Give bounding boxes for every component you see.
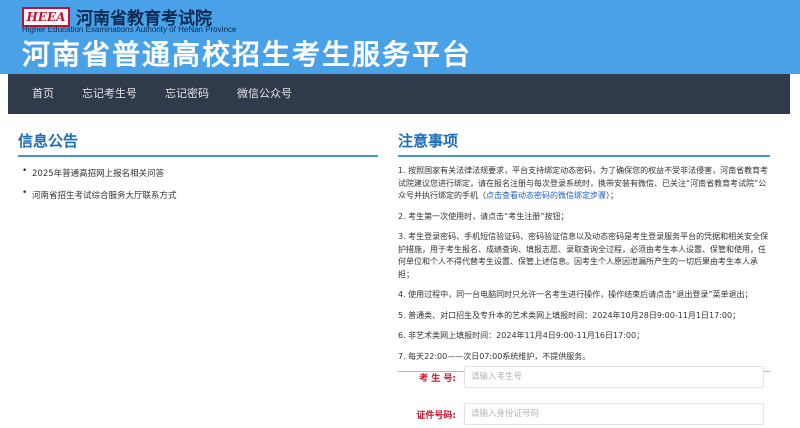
announcements-title: 信息公告 xyxy=(18,130,378,157)
site-header: HEEA 河南省教育考试院 Higher Education Examinati… xyxy=(0,0,800,74)
note-item: 3. 考生登录密码、手机短信验证码、密码验证信息以及动态密码是考生登录服务平台的… xyxy=(398,232,769,279)
note-item: 2. 考生第一次使用时，请点击“考生注册”按钮； xyxy=(398,211,569,221)
announcement-item[interactable]: 2025年普通高招网上报名相关问答 xyxy=(18,166,378,179)
heea-logo: HEEA xyxy=(22,6,70,27)
announcement-list: 2025年普通高招网上报名相关问答 河南省招生考试综合服务大厅联系方式 xyxy=(18,166,378,201)
id-number-label: 证件号码: xyxy=(416,410,456,421)
notes-title: 注意事项 xyxy=(398,130,770,157)
id-number-row: 证件号码: xyxy=(398,403,764,425)
announcements-panel: 信息公告 2025年普通高招网上报名相关问答 河南省招生考试综合服务大厅联系方式 xyxy=(18,130,378,211)
id-number-input[interactable] xyxy=(464,403,764,425)
note-item: 1. 按照国家有关法律法规要求，平台支持绑定动态密码，为了确保您的权益不受非法侵… xyxy=(398,166,769,200)
nav-forgot-password[interactable]: 忘记密码 xyxy=(151,74,223,114)
notes-list: 1. 按照国家有关法律法规要求，平台支持绑定动态密码，为了确保您的权益不受非法侵… xyxy=(398,165,770,363)
main-navigation: 首页 忘记考生号 忘记密码 微信公众号 xyxy=(8,74,790,114)
nav-wechat-account[interactable]: 微信公众号 xyxy=(223,74,306,114)
note-item: 7. 每天22:00——次日07:00系统维护，不提供服务。 xyxy=(398,351,591,361)
candidate-number-label: 考 生 号: xyxy=(419,373,456,384)
nav-forgot-candidate-number[interactable]: 忘记考生号 xyxy=(68,74,151,114)
wechat-binding-steps-link[interactable]: 点击查看动态密码的微信绑定步骤 xyxy=(486,191,606,200)
candidate-number-input[interactable] xyxy=(464,366,764,388)
site-title: 河南省普通高校招生考生服务平台 xyxy=(22,38,473,71)
nav-home[interactable]: 首页 xyxy=(8,74,68,114)
candidate-number-row: 考 生 号: xyxy=(398,366,764,388)
note-item: 5. 普通类、对口招生及专升本的艺术类网上填报时间：2024年10月28日9:0… xyxy=(398,310,741,320)
note-item: 6. 非艺术类网上填报时间：2024年11月4日9:00-11月16日17:00… xyxy=(398,331,645,340)
note-item: 4. 使用过程中，同一台电脑同时只允许一名考生进行操作，操作结束后请点击“退出登… xyxy=(398,290,753,299)
notes-panel: 注意事项 1. 按照国家有关法律法规要求，平台支持绑定动态密码，为了确保您的权益… xyxy=(398,130,770,372)
announcement-item[interactable]: 河南省招生考试综合服务大厅联系方式 xyxy=(18,188,378,201)
